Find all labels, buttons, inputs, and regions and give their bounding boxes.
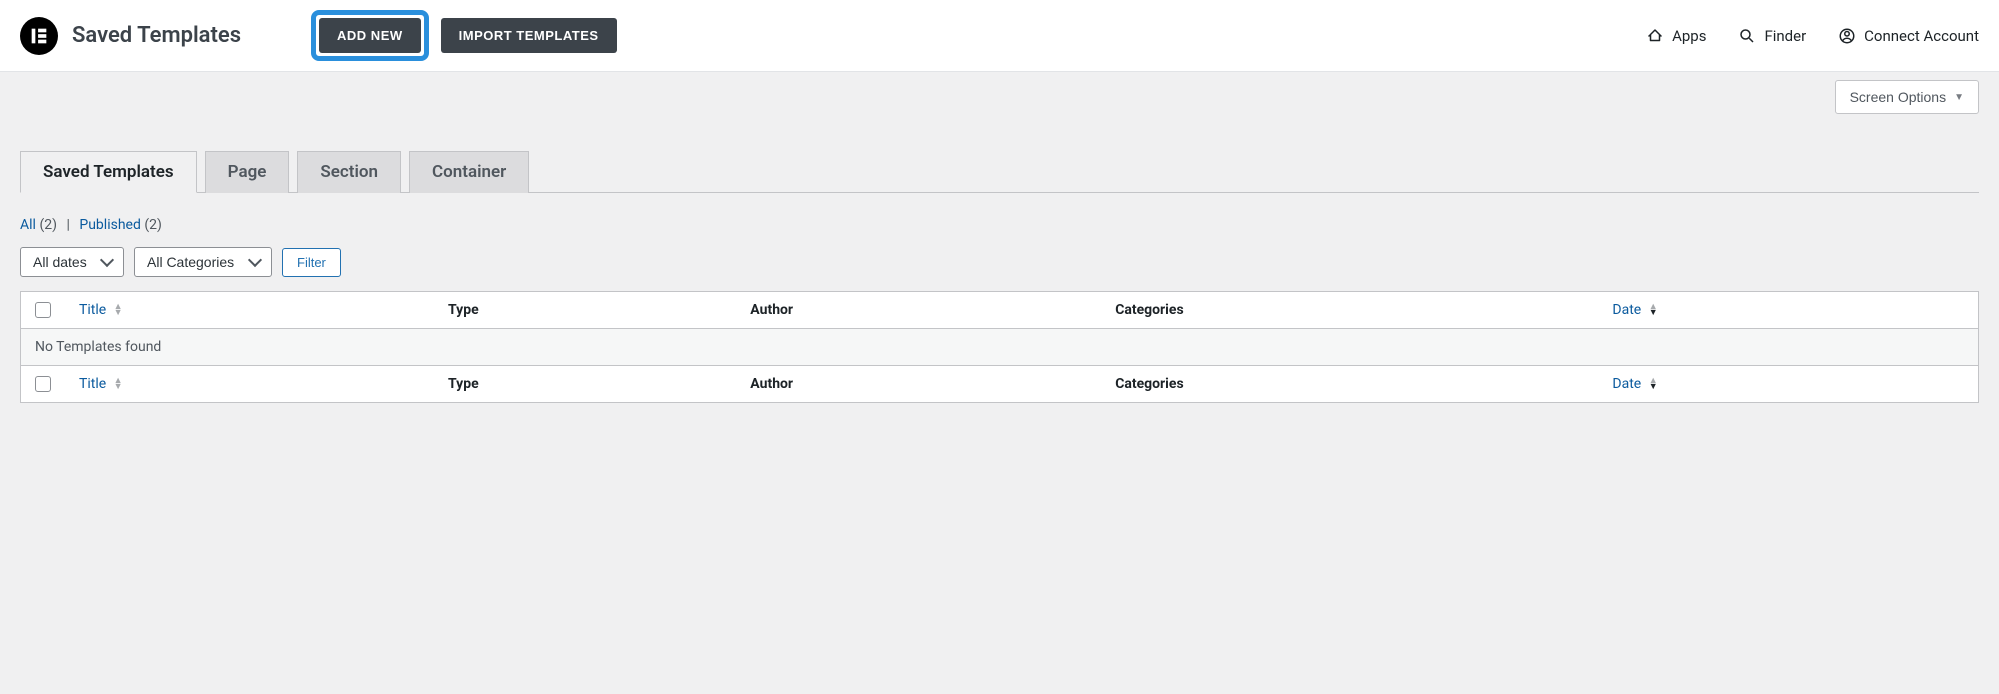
table-header-row: Title ▲▼ Type Author Categories Date ▲▼ <box>21 292 1979 329</box>
finder-link[interactable]: Finder <box>1738 27 1806 45</box>
col-title-header[interactable]: Title ▲▼ <box>65 292 434 329</box>
connect-label: Connect Account <box>1864 27 1979 45</box>
filter-published-count: (2) <box>144 217 162 233</box>
screen-options-button[interactable]: Screen Options ▼ <box>1835 80 1979 114</box>
col-categories-footer: Categories <box>1101 366 1598 403</box>
chevron-down-icon: ▼ <box>1954 92 1964 103</box>
filter-button[interactable]: Filter <box>282 248 341 277</box>
separator: | <box>66 217 69 233</box>
tab-page[interactable]: Page <box>205 151 290 193</box>
col-author-footer: Author <box>736 366 1101 403</box>
tab-saved-templates[interactable]: Saved Templates <box>20 151 197 193</box>
categories-select-wrap: All Categories <box>134 247 272 277</box>
top-bar: Saved Templates ADD NEW IMPORT TEMPLATES… <box>0 0 1999 72</box>
empty-message: No Templates found <box>21 329 1979 366</box>
select-all-checkbox-top[interactable] <box>35 302 51 318</box>
page-title: Saved Templates <box>72 23 241 48</box>
dates-select[interactable]: All dates <box>20 247 124 277</box>
user-icon <box>1838 27 1856 45</box>
col-author-header: Author <box>736 292 1101 329</box>
brand: Saved Templates <box>20 17 241 55</box>
filter-published-link[interactable]: Published <box>79 217 140 233</box>
template-tabs: Saved Templates Page Section Container <box>20 150 1979 193</box>
col-type-header: Type <box>434 292 736 329</box>
apps-label: Apps <box>1672 27 1706 45</box>
screen-options-row: Screen Options ▼ <box>0 72 1999 114</box>
templates-table: Title ▲▼ Type Author Categories Date ▲▼ … <box>20 291 1979 403</box>
categories-select[interactable]: All Categories <box>134 247 272 277</box>
content-area: Saved Templates Page Section Container A… <box>0 114 1999 423</box>
filter-all-link[interactable]: All <box>20 217 36 233</box>
sort-icon: ▲▼ <box>1649 304 1658 316</box>
connect-account-link[interactable]: Connect Account <box>1838 27 1979 45</box>
apps-link[interactable]: Apps <box>1646 27 1706 45</box>
screen-options-label: Screen Options <box>1850 89 1947 105</box>
apps-icon <box>1646 27 1664 45</box>
topbar-right: Apps Finder Connect Account <box>1646 27 1979 45</box>
col-date-footer[interactable]: Date ▲▼ <box>1598 366 1978 403</box>
status-filter-links: All (2) | Published (2) <box>20 217 1979 233</box>
select-all-checkbox-bottom[interactable] <box>35 376 51 392</box>
tab-section[interactable]: Section <box>297 151 401 193</box>
filter-all-count: (2) <box>39 217 57 233</box>
col-categories-header: Categories <box>1101 292 1598 329</box>
col-title-footer[interactable]: Title ▲▼ <box>65 366 434 403</box>
col-date-header[interactable]: Date ▲▼ <box>1598 292 1978 329</box>
import-templates-button[interactable]: IMPORT TEMPLATES <box>441 18 617 53</box>
search-icon <box>1738 27 1756 45</box>
col-type-footer: Type <box>434 366 736 403</box>
dates-select-wrap: All dates <box>20 247 124 277</box>
filters-row: All dates All Categories Filter <box>20 247 1979 277</box>
add-new-button[interactable]: ADD NEW <box>319 18 421 53</box>
table-footer-row: Title ▲▼ Type Author Categories Date ▲▼ <box>21 366 1979 403</box>
tab-container[interactable]: Container <box>409 151 529 193</box>
empty-row: No Templates found <box>21 329 1979 366</box>
add-new-highlight: ADD NEW <box>311 10 429 61</box>
sort-icon: ▲▼ <box>114 304 123 316</box>
sort-icon: ▲▼ <box>1649 378 1658 390</box>
sort-icon: ▲▼ <box>114 378 123 390</box>
elementor-logo-icon <box>20 17 58 55</box>
finder-label: Finder <box>1764 27 1806 45</box>
